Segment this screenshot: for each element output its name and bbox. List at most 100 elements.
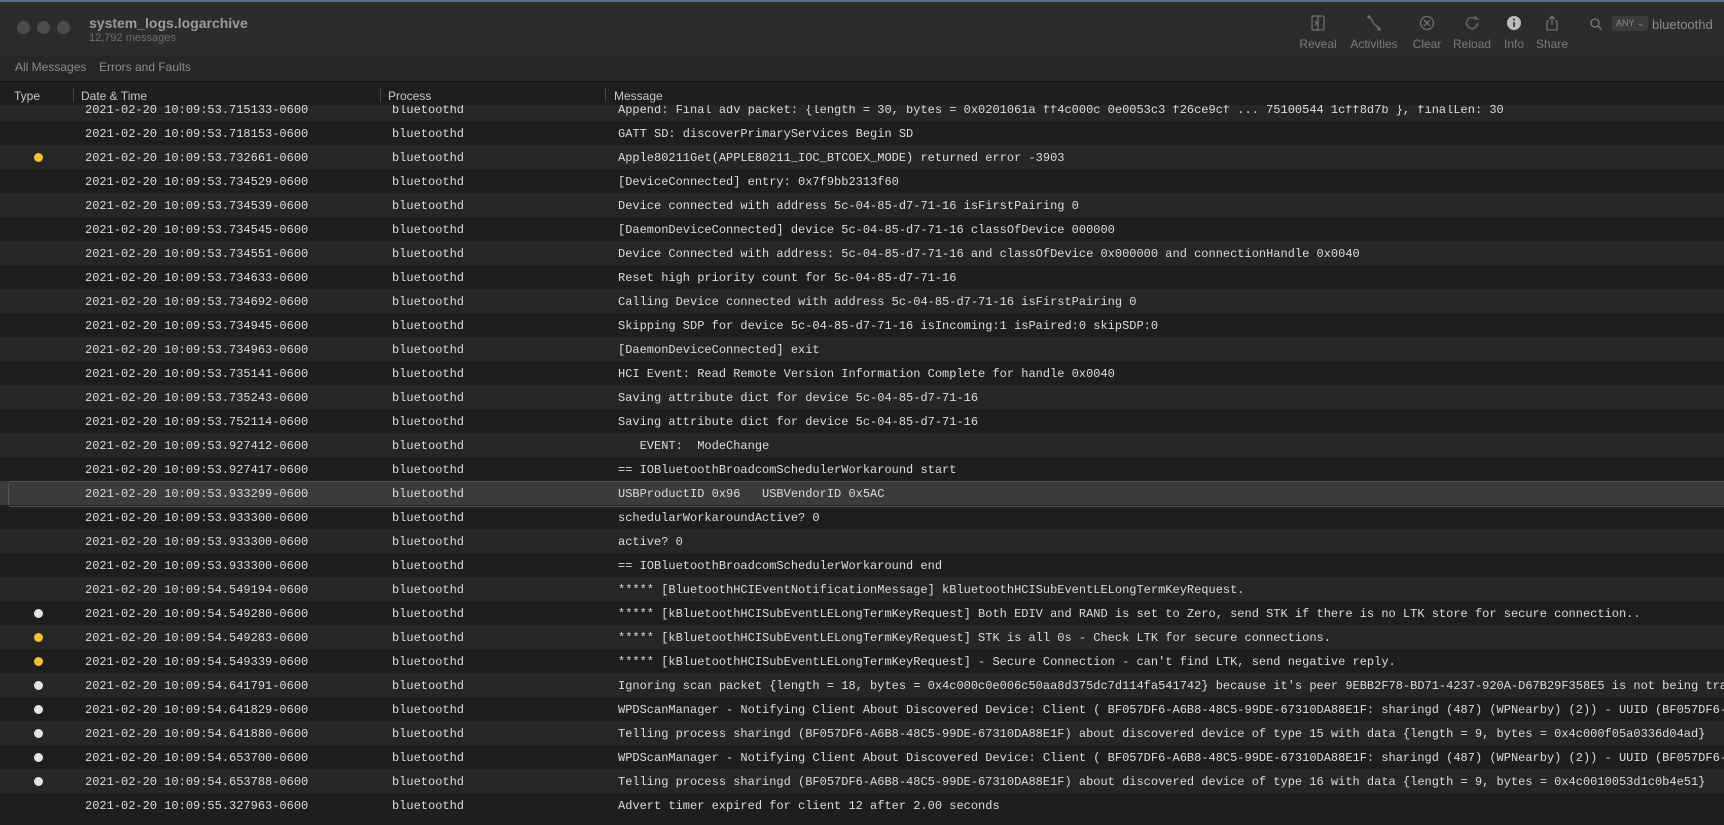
table-row[interactable]: 2021-02-20 10:09:53.718153-0600 bluetooth… xyxy=(0,121,1724,145)
process-cell: bluetoothd xyxy=(392,151,465,165)
message-cell: Calling Device connected with address 5c… xyxy=(618,295,1137,309)
table-row[interactable]: 2021-02-20 10:09:53.734529-0600 bluetooth… xyxy=(0,169,1724,193)
column-header-type[interactable]: Type xyxy=(14,89,40,103)
message-cell: Advert timer expired for client 12 after… xyxy=(618,799,1000,813)
date-cell: 2021-02-20 10:09:55.327963-0600 xyxy=(85,799,309,813)
minimize-window-button[interactable] xyxy=(37,21,50,34)
reveal-label: Reveal xyxy=(1299,37,1337,51)
column-divider[interactable] xyxy=(380,88,381,102)
process-cell: bluetoothd xyxy=(392,391,465,405)
message-cell: Skipping SDP for device 5c-04-85-d7-71-1… xyxy=(618,319,1159,333)
table-row[interactable]: 2021-02-20 10:09:54.641880-0600 bluetooth… xyxy=(0,721,1724,745)
message-cell: [DaemonDeviceConnected] device 5c-04-85-… xyxy=(618,223,1115,237)
message-cell: ***** [kBluetoothHCISubEventLELongTermKe… xyxy=(618,607,1641,621)
date-cell: 2021-02-20 10:09:53.933300-0600 xyxy=(85,559,309,573)
search-icon xyxy=(1589,17,1603,31)
date-cell: 2021-02-20 10:09:54.549194-0600 xyxy=(85,583,309,597)
process-cell: bluetoothd xyxy=(392,415,465,429)
date-cell: 2021-02-20 10:09:53.734551-0600 xyxy=(85,247,309,261)
table-row[interactable]: 2021-02-20 10:09:53.734945-0600 bluetooth… xyxy=(0,313,1724,337)
table-row[interactable]: 2021-02-20 10:09:54.653700-0600 bluetooth… xyxy=(0,745,1724,769)
table-row[interactable]: 2021-02-20 10:09:53.933300-0600 bluetooth… xyxy=(0,529,1724,553)
process-cell: bluetoothd xyxy=(392,295,465,309)
error-dot-icon xyxy=(34,633,43,642)
message-cell: EVENT: ModeChange xyxy=(618,439,770,453)
share-button[interactable]: Share xyxy=(1521,14,1583,51)
message-count: 12,792 messages xyxy=(89,32,176,44)
table-row[interactable]: 2021-02-20 10:09:53.735141-0600 bluetooth… xyxy=(0,361,1724,385)
table-row[interactable]: 2021-02-20 10:09:54.549194-0600 bluetooth… xyxy=(0,577,1724,601)
message-cell: [DaemonDeviceConnected] exit xyxy=(618,343,820,357)
message-cell: Apple80211Get(APPLE80211_IOC_BTCOEX_MODE… xyxy=(618,151,1065,165)
error-dot-icon xyxy=(34,153,43,162)
date-cell: 2021-02-20 10:09:53.734539-0600 xyxy=(85,199,309,213)
table-row[interactable]: 2021-02-20 10:09:53.933300-0600 bluetooth… xyxy=(0,553,1724,577)
table-row[interactable]: 2021-02-20 10:09:53.734539-0600 bluetooth… xyxy=(0,193,1724,217)
search-mode-selector[interactable]: ANY ⌄ xyxy=(1612,16,1649,31)
message-cell: active? 0 xyxy=(618,535,683,549)
process-cell: bluetoothd xyxy=(392,367,465,381)
column-header-message[interactable]: Message xyxy=(614,89,663,103)
table-row[interactable]: 2021-02-20 10:09:55.327963-0600 bluetooth… xyxy=(0,793,1724,817)
zoom-window-button[interactable] xyxy=(57,21,70,34)
process-cell: bluetoothd xyxy=(392,511,465,525)
date-cell: 2021-02-20 10:09:54.641791-0600 xyxy=(85,679,309,693)
message-cell: HCI Event: Read Remote Version Informati… xyxy=(618,367,1115,381)
table-row[interactable]: 2021-02-20 10:09:53.927417-0600 bluetooth… xyxy=(0,457,1724,481)
process-cell: bluetoothd xyxy=(392,631,465,645)
date-cell: 2021-02-20 10:09:53.715133-0600 xyxy=(85,105,309,117)
close-window-button[interactable] xyxy=(17,21,30,34)
table-row[interactable]: 2021-02-20 10:09:53.933300-0600 bluetooth… xyxy=(0,505,1724,529)
table-row[interactable]: 2021-02-20 10:09:53.927412-0600 bluetooth… xyxy=(0,433,1724,457)
message-cell: == IOBluetoothBroadcomSchedulerWorkaroun… xyxy=(618,463,957,477)
process-cell: bluetoothd xyxy=(392,319,465,333)
date-cell: 2021-02-20 10:09:53.933300-0600 xyxy=(85,535,309,549)
table-row[interactable]: 2021-02-20 10:09:54.641791-0600 bluetooth… xyxy=(0,673,1724,697)
reveal-icon xyxy=(1309,14,1327,32)
table-row[interactable]: 2021-02-20 10:09:53.734551-0600 bluetooth… xyxy=(0,241,1724,265)
table-row[interactable]: 2021-02-20 10:09:54.641829-0600 bluetooth… xyxy=(0,697,1724,721)
table-row[interactable]: 2021-02-20 10:09:53.734963-0600 bluetooth… xyxy=(0,337,1724,361)
process-cell: bluetoothd xyxy=(392,775,465,789)
message-cell: Saving attribute dict for device 5c-04-8… xyxy=(618,415,979,429)
reveal-button[interactable]: Reveal xyxy=(1287,14,1349,51)
message-cell: Device connected with address 5c-04-85-d… xyxy=(618,199,1079,213)
table-header: Type Date & Time Process Message xyxy=(0,83,1724,107)
date-cell: 2021-02-20 10:09:54.653788-0600 xyxy=(85,775,309,789)
process-cell: bluetoothd xyxy=(392,127,465,141)
message-cell: Telling process sharingd (BF057DF6-A6B8-… xyxy=(618,775,1706,789)
column-divider[interactable] xyxy=(73,88,74,102)
table-row[interactable]: 2021-02-20 10:09:53.715133-0600 bluetooth… xyxy=(0,105,1724,121)
process-cell: bluetoothd xyxy=(392,799,465,813)
table-row[interactable]: 2021-02-20 10:09:53.933299-0600 bluetooth… xyxy=(0,481,1724,507)
table-row[interactable]: 2021-02-20 10:09:54.653788-0600 bluetooth… xyxy=(0,769,1724,793)
column-divider[interactable] xyxy=(605,88,606,102)
search-field[interactable]: ANY ⌄ xyxy=(1582,13,1724,35)
table-row[interactable]: 2021-02-20 10:09:53.735243-0600 bluetooth… xyxy=(0,385,1724,409)
window-title: system_logs.logarchive xyxy=(89,15,248,31)
date-cell: 2021-02-20 10:09:53.752114-0600 xyxy=(85,415,309,429)
table-row[interactable]: 2021-02-20 10:09:54.549280-0600 bluetooth… xyxy=(0,601,1724,625)
table-row[interactable]: 2021-02-20 10:09:53.734633-0600 bluetooth… xyxy=(0,265,1724,289)
date-cell: 2021-02-20 10:09:53.734692-0600 xyxy=(85,295,309,309)
table-row[interactable]: 2021-02-20 10:09:54.549339-0600 bluetooth… xyxy=(0,649,1724,673)
message-cell: ***** [kBluetoothHCISubEventLELongTermKe… xyxy=(618,655,1396,669)
process-cell: bluetoothd xyxy=(392,655,465,669)
table-row[interactable]: 2021-02-20 10:09:53.734692-0600 bluetooth… xyxy=(0,289,1724,313)
tab-all-messages[interactable]: All Messages xyxy=(15,60,86,74)
column-header-date[interactable]: Date & Time xyxy=(81,89,147,103)
default-dot-icon xyxy=(34,705,43,714)
chevron-down-icon: ⌄ xyxy=(1636,18,1645,28)
scope-bar: All Messages Errors and Faults xyxy=(0,56,1724,82)
process-cell: bluetoothd xyxy=(392,247,465,261)
error-dot-icon xyxy=(34,657,43,666)
tab-errors-and-faults[interactable]: Errors and Faults xyxy=(99,60,191,74)
date-cell: 2021-02-20 10:09:53.735141-0600 xyxy=(85,367,309,381)
table-row[interactable]: 2021-02-20 10:09:54.549283-0600 bluetooth… xyxy=(0,625,1724,649)
process-cell: bluetoothd xyxy=(392,271,465,285)
search-input[interactable] xyxy=(1652,13,1724,35)
column-header-process[interactable]: Process xyxy=(388,89,431,103)
table-row[interactable]: 2021-02-20 10:09:53.752114-0600 bluetooth… xyxy=(0,409,1724,433)
table-row[interactable]: 2021-02-20 10:09:53.732661-0600 bluetooth… xyxy=(0,145,1724,169)
table-row[interactable]: 2021-02-20 10:09:53.734545-0600 bluetooth… xyxy=(0,217,1724,241)
